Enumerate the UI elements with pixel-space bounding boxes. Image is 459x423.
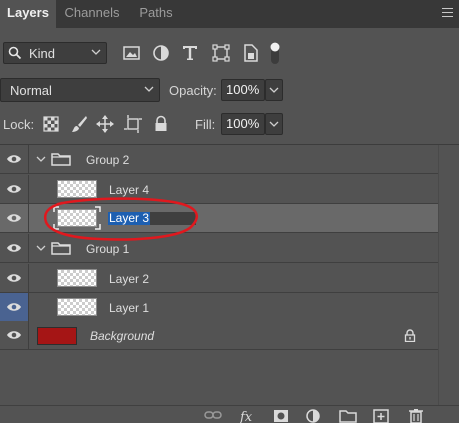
eye-icon <box>7 331 21 339</box>
chevron-down-icon[interactable] <box>36 244 46 252</box>
folder-icon <box>51 153 71 166</box>
folder-icon <box>51 242 71 255</box>
layer-row-layer-2[interactable]: Layer 2 <box>0 264 438 293</box>
opacity-dropdown-button[interactable] <box>265 79 283 101</box>
layer-row-layer-4[interactable]: Layer 4 <box>0 175 438 204</box>
layer-name-selected-text: Layer 3 <box>108 211 151 225</box>
visibility-toggle[interactable] <box>0 293 29 321</box>
new-group-icon[interactable] <box>339 409 357 423</box>
layer-name: Layer 4 <box>109 183 150 197</box>
filter-kind-select[interactable]: Kind <box>3 42 107 64</box>
layer-filter-row: Kind <box>0 38 459 68</box>
chevron-down-icon <box>269 87 279 93</box>
chevron-down-icon <box>144 86 154 92</box>
layers-scrollbar[interactable] <box>438 145 459 405</box>
adjustment-filter-icon[interactable] <box>151 43 171 63</box>
blend-mode-value: Normal <box>10 83 52 98</box>
fill-input[interactable]: 100% <box>221 113 265 135</box>
visibility-toggle[interactable] <box>0 321 29 349</box>
eye-icon <box>7 214 21 222</box>
lock-all-icon[interactable] <box>152 115 170 133</box>
chevron-down-icon[interactable] <box>36 155 46 163</box>
eye-icon <box>7 303 21 311</box>
visibility-toggle[interactable] <box>0 204 29 232</box>
chevron-down-icon <box>91 49 101 55</box>
layers-bottom-toolbar <box>0 405 459 423</box>
svg-text:fx: fx <box>240 410 253 423</box>
layer-row-group-1[interactable]: Group 1 <box>0 234 438 263</box>
layer-thumbnail <box>57 180 97 198</box>
layer-name: Layer 1 <box>109 301 150 315</box>
lock-image-pixels-icon[interactable] <box>70 115 88 133</box>
layer-name: Background <box>90 329 155 343</box>
visibility-toggle[interactable] <box>0 234 29 262</box>
layer-rename-input[interactable]: Layer 3 <box>108 212 196 225</box>
layer-name: Group 2 <box>86 153 130 167</box>
filter-toggle-icon[interactable] <box>268 40 282 66</box>
visibility-toggle[interactable] <box>0 175 29 203</box>
delete-layer-icon[interactable] <box>408 409 424 423</box>
fill-label: Fill: <box>195 117 216 132</box>
tab-paths[interactable]: Paths <box>128 0 184 28</box>
lock-artboard-icon[interactable] <box>124 115 142 133</box>
smart-object-filter-icon[interactable] <box>241 43 261 63</box>
fill-dropdown-button[interactable] <box>265 113 283 135</box>
layer-row-group-2[interactable]: Group 2 <box>0 145 438 174</box>
adjustment-layer-icon[interactable] <box>306 409 320 423</box>
search-icon <box>8 46 22 60</box>
type-filter-icon[interactable] <box>180 43 200 63</box>
new-layer-icon[interactable] <box>373 409 389 423</box>
chevron-down-icon <box>269 121 279 127</box>
link-layers-icon[interactable] <box>204 409 222 421</box>
filter-kind-label: Kind <box>29 46 56 61</box>
layer-thumbnail <box>57 298 97 316</box>
layer-row-background[interactable]: Background <box>0 321 438 350</box>
background-thumbnail <box>37 327 77 345</box>
layer-row-layer-1[interactable]: Layer 1 <box>0 293 438 322</box>
panel-menu-icon[interactable] <box>442 8 453 18</box>
lock-icon <box>404 329 416 342</box>
layer-style-icon[interactable]: fx <box>240 409 256 423</box>
eye-icon <box>7 185 21 193</box>
eye-icon <box>7 155 21 163</box>
layer-row-layer-3[interactable]: Layer 3 <box>0 204 438 233</box>
image-filter-icon[interactable] <box>122 43 142 63</box>
blend-mode-select[interactable]: Normal <box>0 78 160 102</box>
shape-filter-icon[interactable] <box>211 43 231 63</box>
lock-label: Lock: <box>3 117 35 132</box>
eye-icon <box>7 244 21 252</box>
selection-corners <box>53 206 101 230</box>
layer-mask-icon[interactable] <box>273 409 289 423</box>
lock-transparency-icon[interactable] <box>42 115 60 133</box>
opacity-label: Opacity: <box>169 83 217 98</box>
layer-name: Group 1 <box>86 242 130 256</box>
panel-tab-bar: Layers Channels Paths <box>0 0 459 28</box>
tab-layers[interactable]: Layers <box>0 0 56 28</box>
visibility-toggle[interactable] <box>0 145 29 173</box>
tab-channels[interactable]: Channels <box>56 0 128 28</box>
visibility-toggle[interactable] <box>0 264 29 292</box>
eye-icon <box>7 274 21 282</box>
lock-position-icon[interactable] <box>96 115 114 133</box>
opacity-input[interactable]: 100% <box>221 79 265 101</box>
layer-thumbnail <box>57 269 97 287</box>
layer-name: Layer 2 <box>109 272 150 286</box>
